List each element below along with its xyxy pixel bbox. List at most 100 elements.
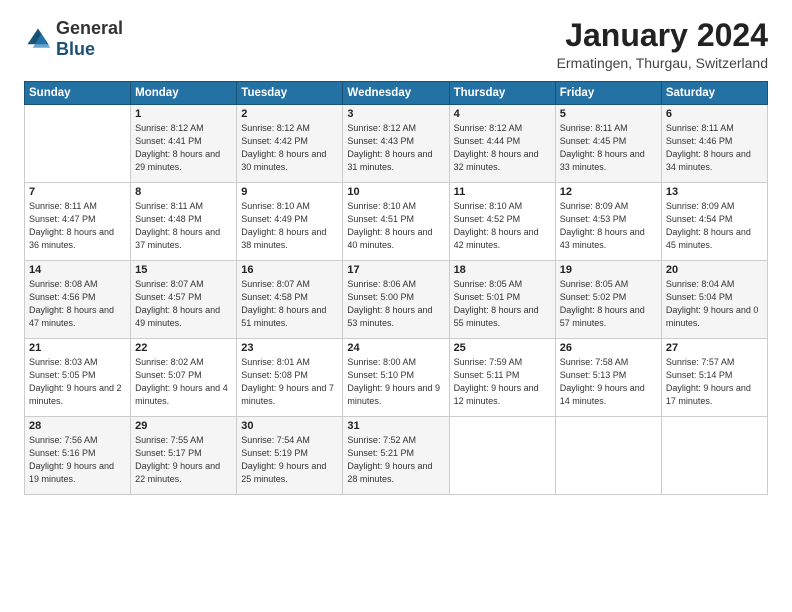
day-number: 27 (666, 342, 763, 354)
day-number: 6 (666, 108, 763, 120)
cell-info: Sunrise: 8:12 AMSunset: 4:43 PMDaylight:… (347, 122, 444, 174)
cell-info: Sunrise: 8:07 AMSunset: 4:57 PMDaylight:… (135, 278, 232, 330)
calendar-cell-w0d0 (25, 105, 131, 183)
month-title: January 2024 (557, 18, 768, 53)
calendar-cell-w4d0: 28Sunrise: 7:56 AMSunset: 5:16 PMDayligh… (25, 417, 131, 495)
cell-info: Sunrise: 8:05 AMSunset: 5:02 PMDaylight:… (560, 278, 657, 330)
calendar-row-1: 7 Sunrise: 8:11 AMSunset: 4:47 PMDaylight… (25, 183, 768, 261)
day-number: 2 (241, 108, 338, 120)
cell-info: Sunrise: 8:09 AMSunset: 4:54 PMDaylight:… (666, 200, 763, 252)
cell-info: Sunrise: 7:59 AMSunset: 5:11 PMDaylight:… (454, 356, 551, 408)
calendar-row-0: 1 Sunrise: 8:12 AMSunset: 4:41 PMDaylight… (25, 105, 768, 183)
calendar-cell-w3d5: 26 Sunrise: 7:58 AMSunset: 5:13 PMDayligh… (555, 339, 661, 417)
cell-info: Sunrise: 8:10 AMSunset: 4:51 PMDaylight:… (347, 200, 444, 252)
day-number: 4 (454, 108, 551, 120)
cell-info: Sunrise: 7:55 AMSunset: 5:17 PMDaylight:… (135, 434, 232, 486)
calendar-cell-w0d3: 3 Sunrise: 8:12 AMSunset: 4:43 PMDaylight… (343, 105, 449, 183)
cell-info: Sunrise: 8:12 AMSunset: 4:41 PMDaylight:… (135, 122, 232, 174)
day-number: 22 (135, 342, 232, 354)
col-friday: Friday (555, 82, 661, 105)
calendar-cell-w3d4: 25 Sunrise: 7:59 AMSunset: 5:11 PMDayligh… (449, 339, 555, 417)
cell-info: Sunrise: 8:11 AMSunset: 4:47 PMDaylight:… (29, 200, 126, 252)
day-number: 26 (560, 342, 657, 354)
cell-info: Sunrise: 8:04 AMSunset: 5:04 PMDaylight:… (666, 278, 763, 330)
calendar-cell-w1d4: 11 Sunrise: 8:10 AMSunset: 4:52 PMDayligh… (449, 183, 555, 261)
day-number: 18 (454, 264, 551, 276)
calendar-cell-w3d1: 22 Sunrise: 8:02 AMSunset: 5:07 PMDayligh… (131, 339, 237, 417)
header: General Blue January 2024 Ermatingen, Th… (24, 18, 768, 71)
day-number: 14 (29, 264, 126, 276)
day-number: 21 (29, 342, 126, 354)
day-number: 23 (241, 342, 338, 354)
cell-info: Sunrise: 8:11 AMSunset: 4:48 PMDaylight:… (135, 200, 232, 252)
logo-general-text: General (56, 18, 123, 38)
logo-icon (24, 25, 52, 53)
calendar-cell-w3d6: 27 Sunrise: 7:57 AMSunset: 5:14 PMDayligh… (661, 339, 767, 417)
calendar-cell-w0d6: 6Sunrise: 8:11 AMSunset: 4:46 PMDaylight… (661, 105, 767, 183)
cell-info: Sunrise: 7:56 AMSunset: 5:16 PMDaylight:… (29, 434, 126, 486)
cell-info: Sunrise: 7:58 AMSunset: 5:13 PMDaylight:… (560, 356, 657, 408)
day-number: 15 (135, 264, 232, 276)
day-number: 1 (135, 108, 232, 120)
calendar-cell-w4d1: 29 Sunrise: 7:55 AMSunset: 5:17 PMDayligh… (131, 417, 237, 495)
calendar-cell-w2d3: 17Sunrise: 8:06 AMSunset: 5:00 PMDayligh… (343, 261, 449, 339)
col-sunday: Sunday (25, 82, 131, 105)
header-row: Sunday Monday Tuesday Wednesday Thursday… (25, 82, 768, 105)
day-number: 31 (347, 420, 444, 432)
location-title: Ermatingen, Thurgau, Switzerland (557, 55, 768, 71)
calendar-cell-w4d2: 30 Sunrise: 7:54 AMSunset: 5:19 PMDayligh… (237, 417, 343, 495)
day-number: 8 (135, 186, 232, 198)
col-monday: Monday (131, 82, 237, 105)
calendar-cell-w0d5: 5Sunrise: 8:11 AMSunset: 4:45 PMDaylight… (555, 105, 661, 183)
day-number: 13 (666, 186, 763, 198)
calendar-cell-w4d5 (555, 417, 661, 495)
page: General Blue January 2024 Ermatingen, Th… (0, 0, 792, 505)
day-number: 24 (347, 342, 444, 354)
day-number: 25 (454, 342, 551, 354)
calendar-cell-w3d3: 24 Sunrise: 8:00 AMSunset: 5:10 PMDayligh… (343, 339, 449, 417)
calendar-cell-w2d1: 15 Sunrise: 8:07 AMSunset: 4:57 PMDayligh… (131, 261, 237, 339)
cell-info: Sunrise: 8:10 AMSunset: 4:52 PMDaylight:… (454, 200, 551, 252)
col-saturday: Saturday (661, 82, 767, 105)
cell-info: Sunrise: 8:12 AMSunset: 4:44 PMDaylight:… (454, 122, 551, 174)
day-number: 9 (241, 186, 338, 198)
calendar-cell-w0d2: 2 Sunrise: 8:12 AMSunset: 4:42 PMDaylight… (237, 105, 343, 183)
calendar-cell-w2d5: 19Sunrise: 8:05 AMSunset: 5:02 PMDayligh… (555, 261, 661, 339)
cell-info: Sunrise: 8:00 AMSunset: 5:10 PMDaylight:… (347, 356, 444, 408)
calendar-cell-w1d2: 9Sunrise: 8:10 AMSunset: 4:49 PMDaylight… (237, 183, 343, 261)
day-number: 16 (241, 264, 338, 276)
calendar-row-4: 28Sunrise: 7:56 AMSunset: 5:16 PMDayligh… (25, 417, 768, 495)
day-number: 20 (666, 264, 763, 276)
cell-info: Sunrise: 8:05 AMSunset: 5:01 PMDaylight:… (454, 278, 551, 330)
col-wednesday: Wednesday (343, 82, 449, 105)
day-number: 11 (454, 186, 551, 198)
logo-blue-text: Blue (56, 39, 95, 59)
cell-info: Sunrise: 8:01 AMSunset: 5:08 PMDaylight:… (241, 356, 338, 408)
calendar-cell-w2d4: 18 Sunrise: 8:05 AMSunset: 5:01 PMDayligh… (449, 261, 555, 339)
cell-info: Sunrise: 8:02 AMSunset: 5:07 PMDaylight:… (135, 356, 232, 408)
title-block: January 2024 Ermatingen, Thurgau, Switze… (557, 18, 768, 71)
calendar-table: Sunday Monday Tuesday Wednesday Thursday… (24, 81, 768, 495)
cell-info: Sunrise: 8:07 AMSunset: 4:58 PMDaylight:… (241, 278, 338, 330)
day-number: 3 (347, 108, 444, 120)
logo: General Blue (24, 18, 123, 60)
cell-info: Sunrise: 7:57 AMSunset: 5:14 PMDaylight:… (666, 356, 763, 408)
cell-info: Sunrise: 8:09 AMSunset: 4:53 PMDaylight:… (560, 200, 657, 252)
calendar-cell-w2d6: 20 Sunrise: 8:04 AMSunset: 5:04 PMDayligh… (661, 261, 767, 339)
calendar-cell-w4d6 (661, 417, 767, 495)
day-number: 30 (241, 420, 338, 432)
calendar-cell-w0d1: 1 Sunrise: 8:12 AMSunset: 4:41 PMDaylight… (131, 105, 237, 183)
cell-info: Sunrise: 7:52 AMSunset: 5:21 PMDaylight:… (347, 434, 444, 486)
calendar-cell-w1d1: 8 Sunrise: 8:11 AMSunset: 4:48 PMDaylight… (131, 183, 237, 261)
calendar-cell-w4d4 (449, 417, 555, 495)
col-thursday: Thursday (449, 82, 555, 105)
calendar-cell-w2d2: 16 Sunrise: 8:07 AMSunset: 4:58 PMDayligh… (237, 261, 343, 339)
cell-info: Sunrise: 8:12 AMSunset: 4:42 PMDaylight:… (241, 122, 338, 174)
col-tuesday: Tuesday (237, 82, 343, 105)
cell-info: Sunrise: 7:54 AMSunset: 5:19 PMDaylight:… (241, 434, 338, 486)
day-number: 12 (560, 186, 657, 198)
day-number: 7 (29, 186, 126, 198)
day-number: 29 (135, 420, 232, 432)
calendar-cell-w1d3: 10Sunrise: 8:10 AMSunset: 4:51 PMDayligh… (343, 183, 449, 261)
calendar-cell-w0d4: 4 Sunrise: 8:12 AMSunset: 4:44 PMDaylight… (449, 105, 555, 183)
